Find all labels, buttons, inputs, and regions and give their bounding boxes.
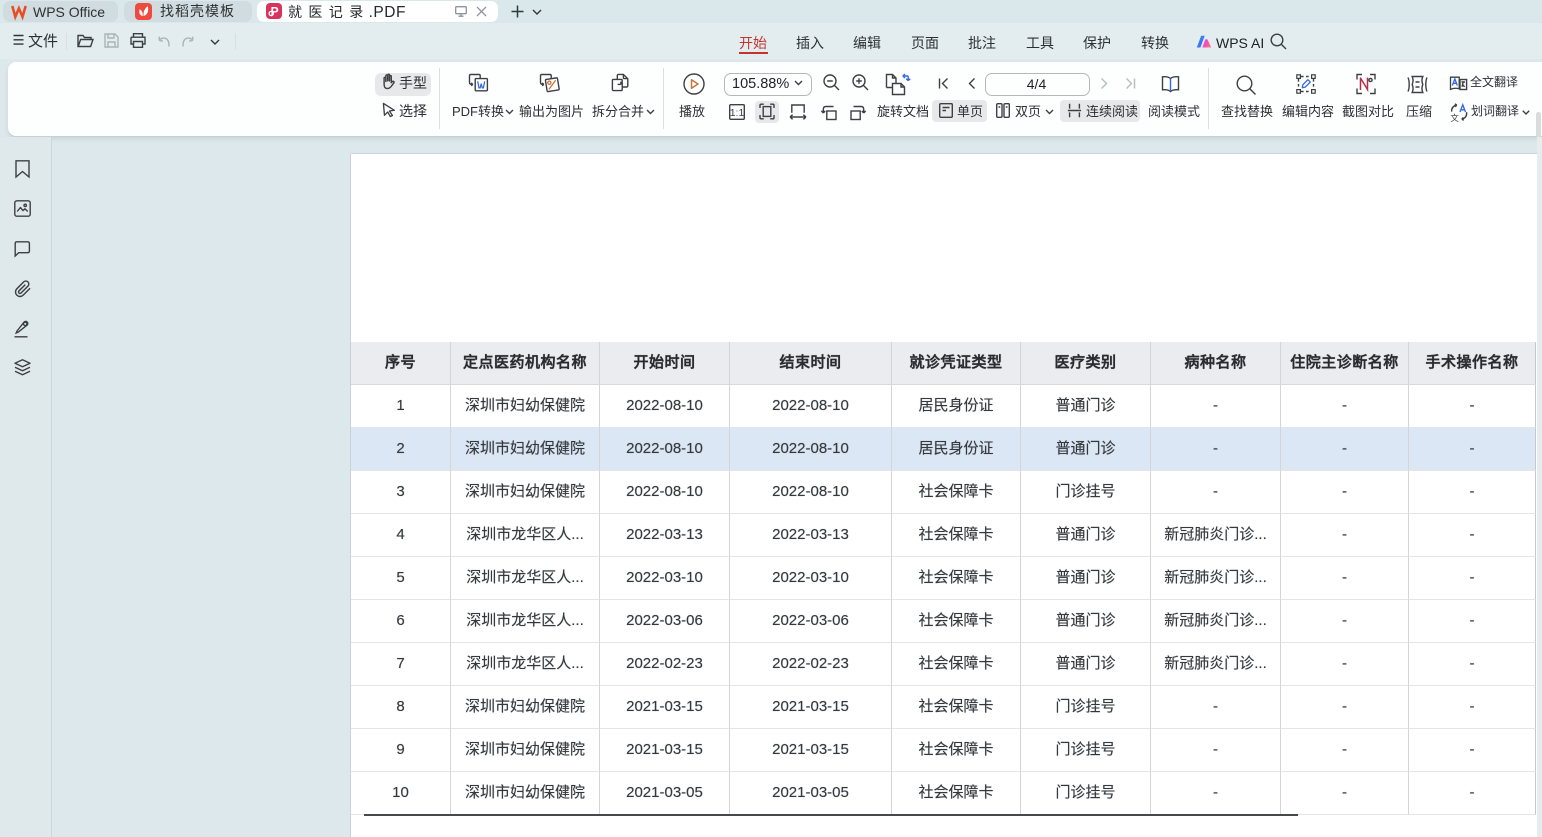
svg-text:文: 文 [1450,113,1459,123]
svg-text:1:1: 1:1 [730,107,745,119]
